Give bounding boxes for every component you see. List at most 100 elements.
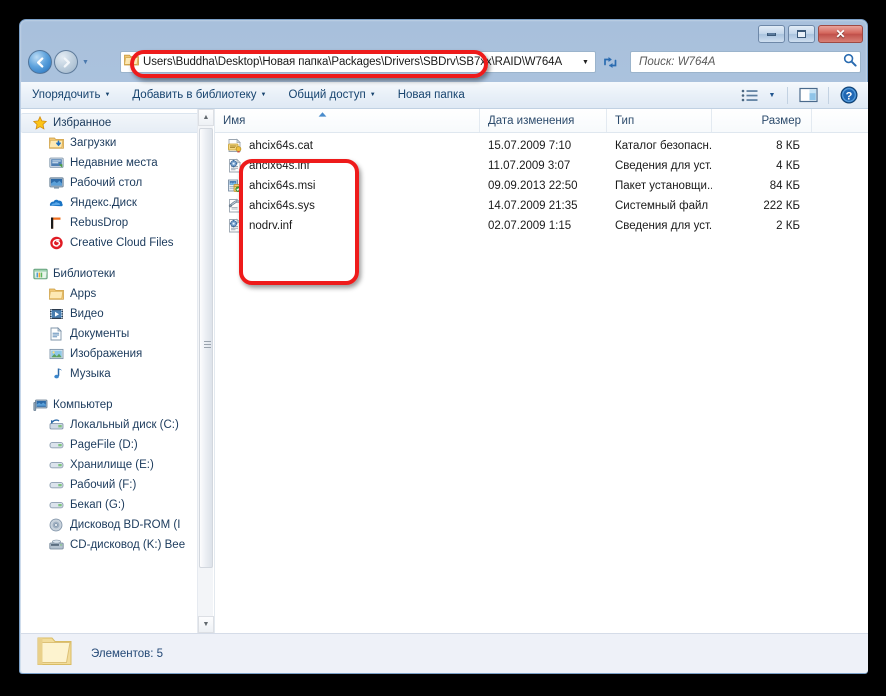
sidebar-item-bd-rom-drive[interactable]: Дисковод BD-ROM (I [21, 515, 214, 535]
include-in-library-button[interactable]: Добавить в библиотеку ▼ [121, 82, 277, 108]
organize-button[interactable]: Упорядочить ▼ [21, 82, 121, 108]
help-icon: ? [840, 86, 858, 104]
sidebar-item-music[interactable]: Музыка [21, 364, 214, 384]
file-size-cell: 84 КБ [712, 180, 812, 192]
sidebar-item-work-f[interactable]: Рабочий (F:) [21, 475, 214, 495]
minimize-icon [767, 33, 776, 36]
sidebar-item-label: Рабочий стол [70, 177, 142, 189]
table-row[interactable]: ahcix64s.cat 15.07.2009 7:10 Каталог без… [215, 136, 868, 156]
file-name-label: nodrv.inf [249, 220, 292, 232]
file-list-pane: Имя Дата изменения Тип Размер [215, 109, 868, 633]
close-icon: ✕ [835, 27, 845, 41]
sidebar-item-storage-e[interactable]: Хранилище (E:) [21, 455, 214, 475]
change-view-caret[interactable]: ▼ [764, 84, 780, 106]
share-with-button[interactable]: Общий доступ ▼ [277, 82, 386, 108]
sidebar-item-label: RebusDrop [70, 217, 128, 229]
forward-button[interactable] [54, 50, 78, 74]
sidebar-item-pagefile-d[interactable]: PageFile (D:) [21, 435, 214, 455]
sidebar-item-label: Бекап (G:) [70, 499, 125, 511]
sidebar-item-label: Локальный диск (C:) [70, 419, 179, 431]
drive-icon [48, 457, 64, 473]
file-name-cell[interactable]: nodrv.inf [215, 218, 480, 234]
table-row[interactable]: ahcix64s.msi 09.09.2013 22:50 Пакет уста… [215, 176, 868, 196]
chevron-down-icon: ▼ [261, 92, 267, 98]
sidebar-item-cd-drive-k[interactable]: CD-дисковод (K:) Вее [21, 535, 214, 555]
command-toolbar: Упорядочить ▼ Добавить в библиотеку ▼ Об… [21, 82, 868, 109]
new-folder-label: Новая папка [398, 89, 465, 101]
sidebar-item-rebusdrop[interactable]: RebusDrop [21, 213, 214, 233]
scroll-up-button[interactable]: ▲ [198, 109, 214, 126]
navigation-bar: ▼ Users\Buddha\Desktop\Новая папка\Packa… [20, 44, 867, 82]
nav-group-favorites[interactable]: Избранное [21, 113, 202, 133]
table-row[interactable]: nodrv.inf 02.07.2009 1:15 Сведения для у… [215, 216, 868, 236]
recent-pages-caret-icon[interactable]: ▼ [82, 59, 89, 66]
sidebar-item-label: Яндекс.Диск [70, 197, 137, 209]
help-button[interactable]: ? [836, 84, 862, 106]
minimize-button[interactable] [758, 25, 785, 43]
scrollbar-thumb[interactable] [199, 128, 213, 568]
video-library-icon [48, 306, 64, 322]
sidebar-item-yandex-disk[interactable]: Яндекс.Диск [21, 193, 214, 213]
scroll-down-button[interactable]: ▼ [198, 616, 214, 633]
column-header-type[interactable]: Тип [607, 109, 712, 132]
chevron-down-icon[interactable]: ▼ [578, 59, 593, 66]
new-folder-button[interactable]: Новая папка [387, 82, 476, 108]
nav-group-libraries[interactable]: Библиотеки [21, 264, 214, 284]
nav-group-computer[interactable]: Компьютер [21, 395, 214, 415]
sidebar-item-label: PageFile (D:) [70, 439, 138, 451]
sidebar-item-creative-cloud-files[interactable]: Creative Cloud Files [21, 233, 214, 253]
change-view-button[interactable] [736, 84, 762, 106]
libraries-icon [32, 266, 48, 282]
column-headers: Имя Дата изменения Тип Размер [215, 109, 868, 133]
column-header-date-modified[interactable]: Дата изменения [480, 109, 607, 132]
file-name-cell[interactable]: ahcix64s.msi [215, 178, 480, 194]
svg-text:?: ? [846, 90, 853, 102]
refresh-icon [602, 55, 619, 70]
folder-icon [35, 634, 73, 673]
sidebar-item-video[interactable]: Видео [21, 304, 214, 324]
address-bar[interactable]: Users\Buddha\Desktop\Новая папка\Package… [120, 51, 596, 73]
search-icon[interactable] [843, 53, 857, 72]
music-library-icon [48, 366, 64, 382]
sidebar-item-backup-g[interactable]: Бекап (G:) [21, 495, 214, 515]
close-button[interactable]: ✕ [818, 25, 863, 43]
chevron-down-icon: ▼ [203, 621, 210, 628]
search-input[interactable]: Поиск: W764A [630, 51, 861, 73]
sidebar-item-pictures[interactable]: Изображения [21, 344, 214, 364]
share-with-label: Общий доступ [288, 89, 365, 101]
sidebar-item-label: Загрузки [70, 137, 116, 149]
sidebar-item-label: Creative Cloud Files [70, 237, 174, 249]
pictures-library-icon [48, 346, 64, 362]
table-row[interactable]: ahcix64s.inf 11.07.2009 3:07 Сведения дл… [215, 156, 868, 176]
documents-library-icon [48, 326, 64, 342]
file-size-cell: 222 КБ [712, 200, 812, 212]
file-type-cell: Пакет установщи... [607, 180, 712, 192]
sidebar-item-recent-places[interactable]: Недавние места [21, 153, 214, 173]
refresh-button[interactable] [601, 53, 620, 72]
chevron-up-icon: ▲ [203, 114, 210, 121]
drive-icon [48, 497, 64, 513]
sidebar-item-label: Музыка [70, 368, 111, 380]
back-button[interactable] [28, 50, 52, 74]
file-size-cell: 8 КБ [712, 140, 812, 152]
column-header-name[interactable]: Имя [215, 109, 480, 132]
star-icon [32, 115, 48, 131]
sidebar-item-documents[interactable]: Документы [21, 324, 214, 344]
sidebar-item-downloads[interactable]: Загрузки [21, 133, 214, 153]
installer-package-icon [227, 178, 243, 194]
preview-pane-button[interactable] [795, 84, 821, 106]
sidebar-item-desktop[interactable]: Рабочий стол [21, 173, 214, 193]
sidebar-scrollbar[interactable]: ▲ ▼ [197, 109, 213, 633]
file-name-cell[interactable]: ahcix64s.sys [215, 198, 480, 214]
toolbar-right-group: ▼ ? [736, 82, 862, 108]
table-row[interactable]: ahcix64s.sys 14.07.2009 21:35 Системный … [215, 196, 868, 216]
column-header-size[interactable]: Размер [712, 109, 812, 132]
sidebar-item-apps[interactable]: Apps [21, 284, 214, 304]
preview-pane-icon [799, 87, 818, 103]
maximize-button[interactable] [788, 25, 815, 43]
sidebar-item-local-disk-c[interactable]: Локальный диск (C:) [21, 415, 214, 435]
file-name-cell[interactable]: ahcix64s.cat [215, 138, 480, 154]
file-name-cell[interactable]: ahcix64s.inf [215, 158, 480, 174]
file-rows: ahcix64s.cat 15.07.2009 7:10 Каталог без… [215, 133, 868, 236]
sidebar-item-label: Хранилище (E:) [70, 459, 154, 471]
